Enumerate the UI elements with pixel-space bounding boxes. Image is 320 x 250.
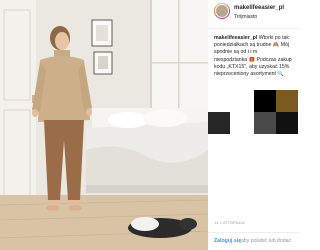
post-sidebar: makelifeeasier_pl Trójmiasto makelifeeas… (208, 0, 300, 250)
avatar[interactable] (214, 3, 230, 19)
post-caption: makelifeeasier_pl Wtorki po tak poniedzi… (214, 35, 300, 78)
caption-line-5: nieprzeceniony asortyment 🔍 (214, 71, 284, 78)
caption-line-3: niespodzianka 🎁 Podczas zakup (214, 56, 292, 63)
color-tile (254, 90, 276, 112)
caption-line-0: Wtorki po tak (258, 35, 289, 41)
color-tile (254, 112, 276, 134)
login-footer: Zaloguj się , aby polubić lub dodać (208, 232, 300, 250)
instagram-post: makelifeeasier_pl Trójmiasto makelifeeas… (0, 0, 300, 250)
login-prompt-text: , aby polubić lub dodać (238, 238, 292, 244)
post-photo-illustration (0, 0, 208, 250)
caption-line-1: poniedziałkach są trudne 🙈 Mój (214, 42, 290, 49)
color-tile (276, 112, 298, 134)
post-photo[interactable] (0, 0, 208, 250)
color-tile (276, 90, 298, 112)
color-tiles (208, 86, 300, 138)
caption-line-2: spodnie są od i i m (214, 49, 258, 56)
avatar-photo (215, 4, 229, 18)
location-link[interactable]: Trójmiasto (234, 14, 257, 20)
caption-line-4: kodu „KTX15", aby uzyskać 15% (214, 63, 290, 70)
post-date[interactable]: 11 LISTOPADA (214, 220, 245, 225)
caption-username-link[interactable]: makelifeeasier_pl (214, 35, 257, 41)
username-link[interactable]: makelifeeasier_pl (234, 5, 284, 11)
post-header: makelifeeasier_pl Trójmiasto (208, 0, 300, 29)
color-tile (208, 112, 230, 134)
